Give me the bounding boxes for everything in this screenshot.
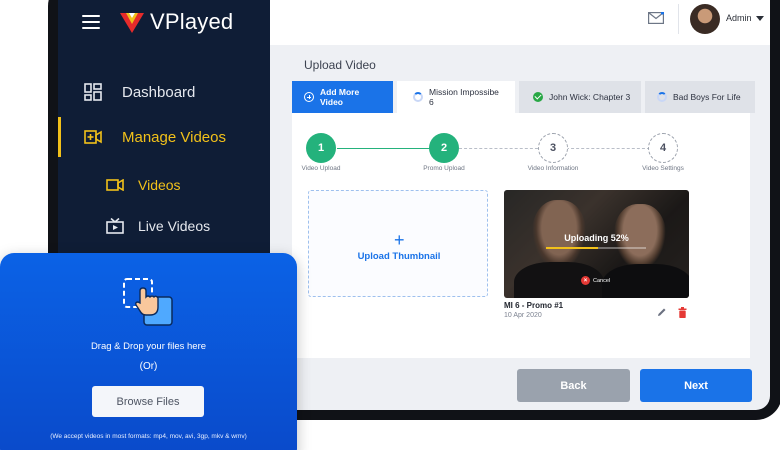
manage-videos-icon (82, 126, 104, 148)
step-connector (459, 148, 543, 149)
mail-icon[interactable] (648, 12, 664, 24)
top-bar: Admin (270, 0, 770, 45)
user-name: Admin (726, 13, 752, 23)
video-preview: Uploading 52% × Cancel (504, 190, 689, 298)
app-name: VPlayed (150, 9, 234, 34)
sidebar-item-live-videos[interactable]: Live Videos (58, 216, 270, 236)
header-divider (678, 4, 679, 34)
step-4-label: Video Settings (642, 165, 684, 172)
step-3-label: Video Information (527, 165, 579, 172)
drag-drop-hand-icon (123, 278, 173, 326)
sidebar-item-dashboard[interactable]: Dashboard (58, 80, 270, 104)
spinner-icon (413, 92, 423, 102)
sidebar-item-videos[interactable]: Videos (58, 175, 270, 195)
next-button[interactable]: Next (640, 369, 752, 402)
page-title: Upload Video (304, 58, 376, 72)
spinner-icon (657, 92, 667, 102)
accepted-formats: (We accept videos in most formats: mp4, … (50, 433, 247, 440)
tab-bad-boys-for-life[interactable]: Bad Boys For Life (645, 81, 755, 113)
back-button[interactable]: Back (517, 369, 630, 402)
upload-progress-fill (546, 247, 598, 249)
upload-progress-bar (546, 247, 646, 249)
avatar[interactable] (690, 4, 720, 34)
video-tabs: Add More Video Mission Impossibe 6 John … (292, 81, 755, 113)
video-camera-icon (104, 174, 126, 196)
step-2-label: Promo Upload (423, 165, 465, 172)
tab-label: John Wick: Chapter 3 (549, 92, 631, 102)
tab-label: Bad Boys For Life (673, 92, 741, 102)
drag-drop-card[interactable]: Drag & Drop your files here (Or) Browse … (0, 253, 297, 450)
plus-icon: + (394, 230, 405, 250)
sidebar-item-manage-videos[interactable]: Manage Videos (58, 117, 270, 157)
upload-thumbnail-dropzone[interactable]: + Upload Thumbnail (308, 190, 488, 297)
sidebar-item-label: Manage Videos (122, 128, 226, 146)
hamburger-menu-icon[interactable] (82, 15, 100, 29)
live-tv-icon (104, 215, 126, 237)
browse-files-button[interactable]: Browse Files (92, 386, 204, 417)
stepper: 1 Video Upload 2 Promo Upload 3 Video In… (292, 133, 750, 173)
tab-mission-impossible-6[interactable]: Mission Impossibe 6 (397, 81, 515, 113)
tab-add-more-video[interactable]: Add More Video (292, 81, 393, 113)
sidebar-item-label: Dashboard (122, 83, 196, 101)
tab-john-wick-3[interactable]: John Wick: Chapter 3 (519, 81, 641, 113)
user-menu[interactable]: Admin (726, 13, 764, 23)
sidebar-item-label: Videos (138, 177, 181, 193)
step-2: 2 (429, 133, 459, 163)
tab-label: Mission Impossibe 6 (429, 87, 499, 107)
sidebar-item-label: Live Videos (138, 218, 211, 234)
tab-label: Add More Video (320, 87, 360, 107)
upload-status: Uploading 52% (564, 233, 629, 243)
step-1: 1 (306, 133, 336, 163)
step-3: 3 (538, 133, 568, 163)
step-1-label: Video Upload (301, 165, 341, 172)
plus-circle-icon (304, 92, 314, 102)
video-title: MI 6 - Promo #1 (504, 301, 564, 310)
upload-panel: 1 Video Upload 2 Promo Upload 3 Video In… (292, 113, 750, 358)
cancel-label: Cancel (593, 277, 611, 284)
step-4: 4 (648, 133, 678, 163)
check-icon (533, 92, 543, 102)
video-date: 10 Apr 2020 (504, 312, 542, 319)
step-connector (566, 148, 650, 149)
edit-icon[interactable] (657, 307, 667, 317)
drop-or: (Or) (139, 361, 158, 372)
drop-title: Drag & Drop your files here (90, 341, 207, 352)
cancel-upload-button[interactable]: × Cancel (581, 276, 610, 285)
upload-thumbnail-label: Upload Thumbnail (357, 251, 441, 262)
close-icon: × (581, 276, 590, 285)
chevron-down-icon (755, 15, 764, 21)
trash-icon[interactable] (678, 307, 687, 318)
vplayed-logo-icon (120, 13, 144, 33)
dashboard-icon (82, 81, 104, 103)
brand: VPlayed (82, 9, 234, 34)
